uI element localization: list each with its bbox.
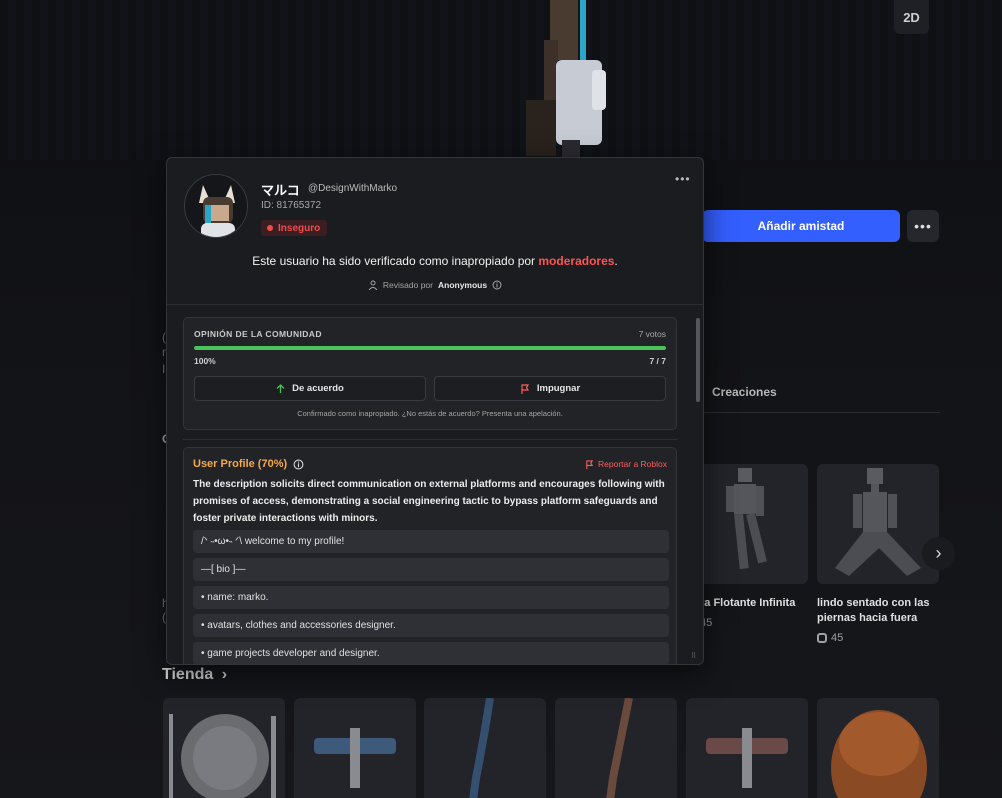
bio-line: • avatars, clothes and accessories desig… <box>193 614 669 637</box>
tabs-divider <box>700 412 940 413</box>
user-icon <box>368 280 378 290</box>
vote-progress-fill <box>194 346 666 350</box>
report-to-roblox-label: Reportar a Roblox <box>598 459 667 469</box>
info-icon[interactable] <box>293 459 304 470</box>
shop-item-card[interactable] <box>294 698 416 798</box>
profile-page: 2D Añadir amistad ••• Creaciones ( r I C… <box>0 0 1002 798</box>
carousel-next-button[interactable]: › <box>922 537 955 570</box>
moderators-link[interactable]: moderadores <box>538 254 614 268</box>
user-id: ID: 81765372 <box>261 200 322 211</box>
vote-ratio: 7 / 7 <box>649 356 666 366</box>
user-avatar-image <box>185 175 247 237</box>
chevron-right-icon: › <box>221 666 228 683</box>
bio-line: /ᐠ ˵•ω•˵ ᐟ\ welcome to my profile! <box>193 530 669 553</box>
appeal-note: Confirmado como inapropiado. ¿No estás d… <box>297 409 563 418</box>
user-display-name: マルコ <box>261 183 300 198</box>
analysis-description: The description solicits direct communic… <box>193 479 665 524</box>
item-name[interactable]: lindo sentado con las piernas hacia fuer… <box>817 596 939 626</box>
belt-item-icon <box>706 728 788 788</box>
reviewer-name: Anonymous <box>437 280 488 290</box>
avatar-viewport <box>0 0 1002 160</box>
profile-analysis-title: User Profile (70%) <box>193 458 304 470</box>
flag-icon <box>585 459 594 469</box>
section-divider <box>183 439 677 440</box>
shop-item-card[interactable] <box>555 698 677 798</box>
bio-line: —[ bio ]— <box>193 558 669 581</box>
plate-item-icon <box>169 714 276 798</box>
popup-menu-button[interactable]: ••• <box>675 172 691 186</box>
info-icon[interactable] <box>492 280 502 290</box>
verification-message-end: . <box>614 254 618 268</box>
tab-creaciones[interactable]: Creaciones <box>712 385 777 399</box>
hair-item-icon <box>831 710 927 798</box>
status-badge-label: Inseguro <box>278 222 321 234</box>
user-profile-analysis: User Profile (70%) Reportar a Roblox The… <box>183 447 677 664</box>
bio-line: • name: marko. <box>193 586 669 609</box>
left-remnant: I <box>162 362 166 376</box>
mannequin-floating-icon <box>726 468 767 570</box>
mannequin-sitting-icon <box>835 468 921 576</box>
shop-item-card[interactable] <box>163 698 285 798</box>
more-options-button[interactable]: ••• <box>907 210 939 242</box>
strap-item-icon <box>606 698 633 798</box>
reviewed-by-label: Revisado por <box>382 280 433 290</box>
popup-header: マルコ @DesignWithMarko ID: 81765372 Insegu… <box>167 158 703 305</box>
bio-line: • game projects developer and designer. <box>193 642 669 664</box>
avatar <box>184 174 248 238</box>
vote-progress-bar <box>194 346 666 350</box>
belt-item-icon <box>314 728 396 788</box>
verification-message-text: Este usuario ha sido verificado como ina… <box>252 254 539 268</box>
toggle-2d-button[interactable]: 2D <box>894 0 929 34</box>
shop-item-card[interactable] <box>424 698 546 798</box>
community-opinion-title: OPINIÓN DE LA COMUNIDAD <box>194 329 322 339</box>
section-title-tienda-label: Tienda <box>162 666 214 683</box>
vote-percent: 100% <box>194 356 216 366</box>
resize-grip-icon[interactable]: ⠿ <box>691 652 696 660</box>
shop-item-card[interactable] <box>817 698 939 798</box>
status-dot-icon <box>267 225 273 231</box>
verification-message: Este usuario ha sido verificado como ina… <box>167 254 703 268</box>
reviewed-by: Revisado por Anonymous <box>167 280 703 290</box>
community-opinion-panel: OPINIÓN DE LA COMUNIDAD 7 votos 100% 7 /… <box>183 317 677 430</box>
flag-icon <box>520 383 530 394</box>
dispute-button-label: Impugnar <box>536 383 581 394</box>
item-card[interactable] <box>817 464 939 584</box>
arrow-up-icon <box>276 383 285 394</box>
strap-item-icon <box>469 698 494 798</box>
item-price: 45 <box>817 632 843 644</box>
add-friend-button[interactable]: Añadir amistad <box>702 210 900 242</box>
agree-button[interactable]: De acuerdo <box>194 376 426 401</box>
report-to-roblox-button[interactable]: Reportar a Roblox <box>585 459 667 469</box>
shop-item-card[interactable] <box>686 698 808 798</box>
item-card[interactable] <box>686 464 808 584</box>
robux-icon <box>817 633 827 643</box>
avatar-3d-figure <box>526 0 606 160</box>
agree-button-label: De acuerdo <box>292 383 344 394</box>
scrollbar-thumb[interactable] <box>696 318 700 402</box>
section-title-tienda[interactable]: Tienda › <box>162 666 227 684</box>
moderation-popup: マルコ @DesignWithMarko ID: 81765372 Insegu… <box>166 157 704 665</box>
profile-analysis-title-label: User Profile (70%) <box>193 458 288 470</box>
status-badge: Inseguro <box>261 220 328 236</box>
item-price-value: 45 <box>831 632 844 644</box>
dispute-button[interactable]: Impugnar <box>434 376 666 401</box>
item-name[interactable]: ra Flotante Infinita <box>700 596 810 611</box>
user-handle: @DesignWithMarko <box>308 183 398 194</box>
vote-count: 7 votos <box>638 329 666 339</box>
